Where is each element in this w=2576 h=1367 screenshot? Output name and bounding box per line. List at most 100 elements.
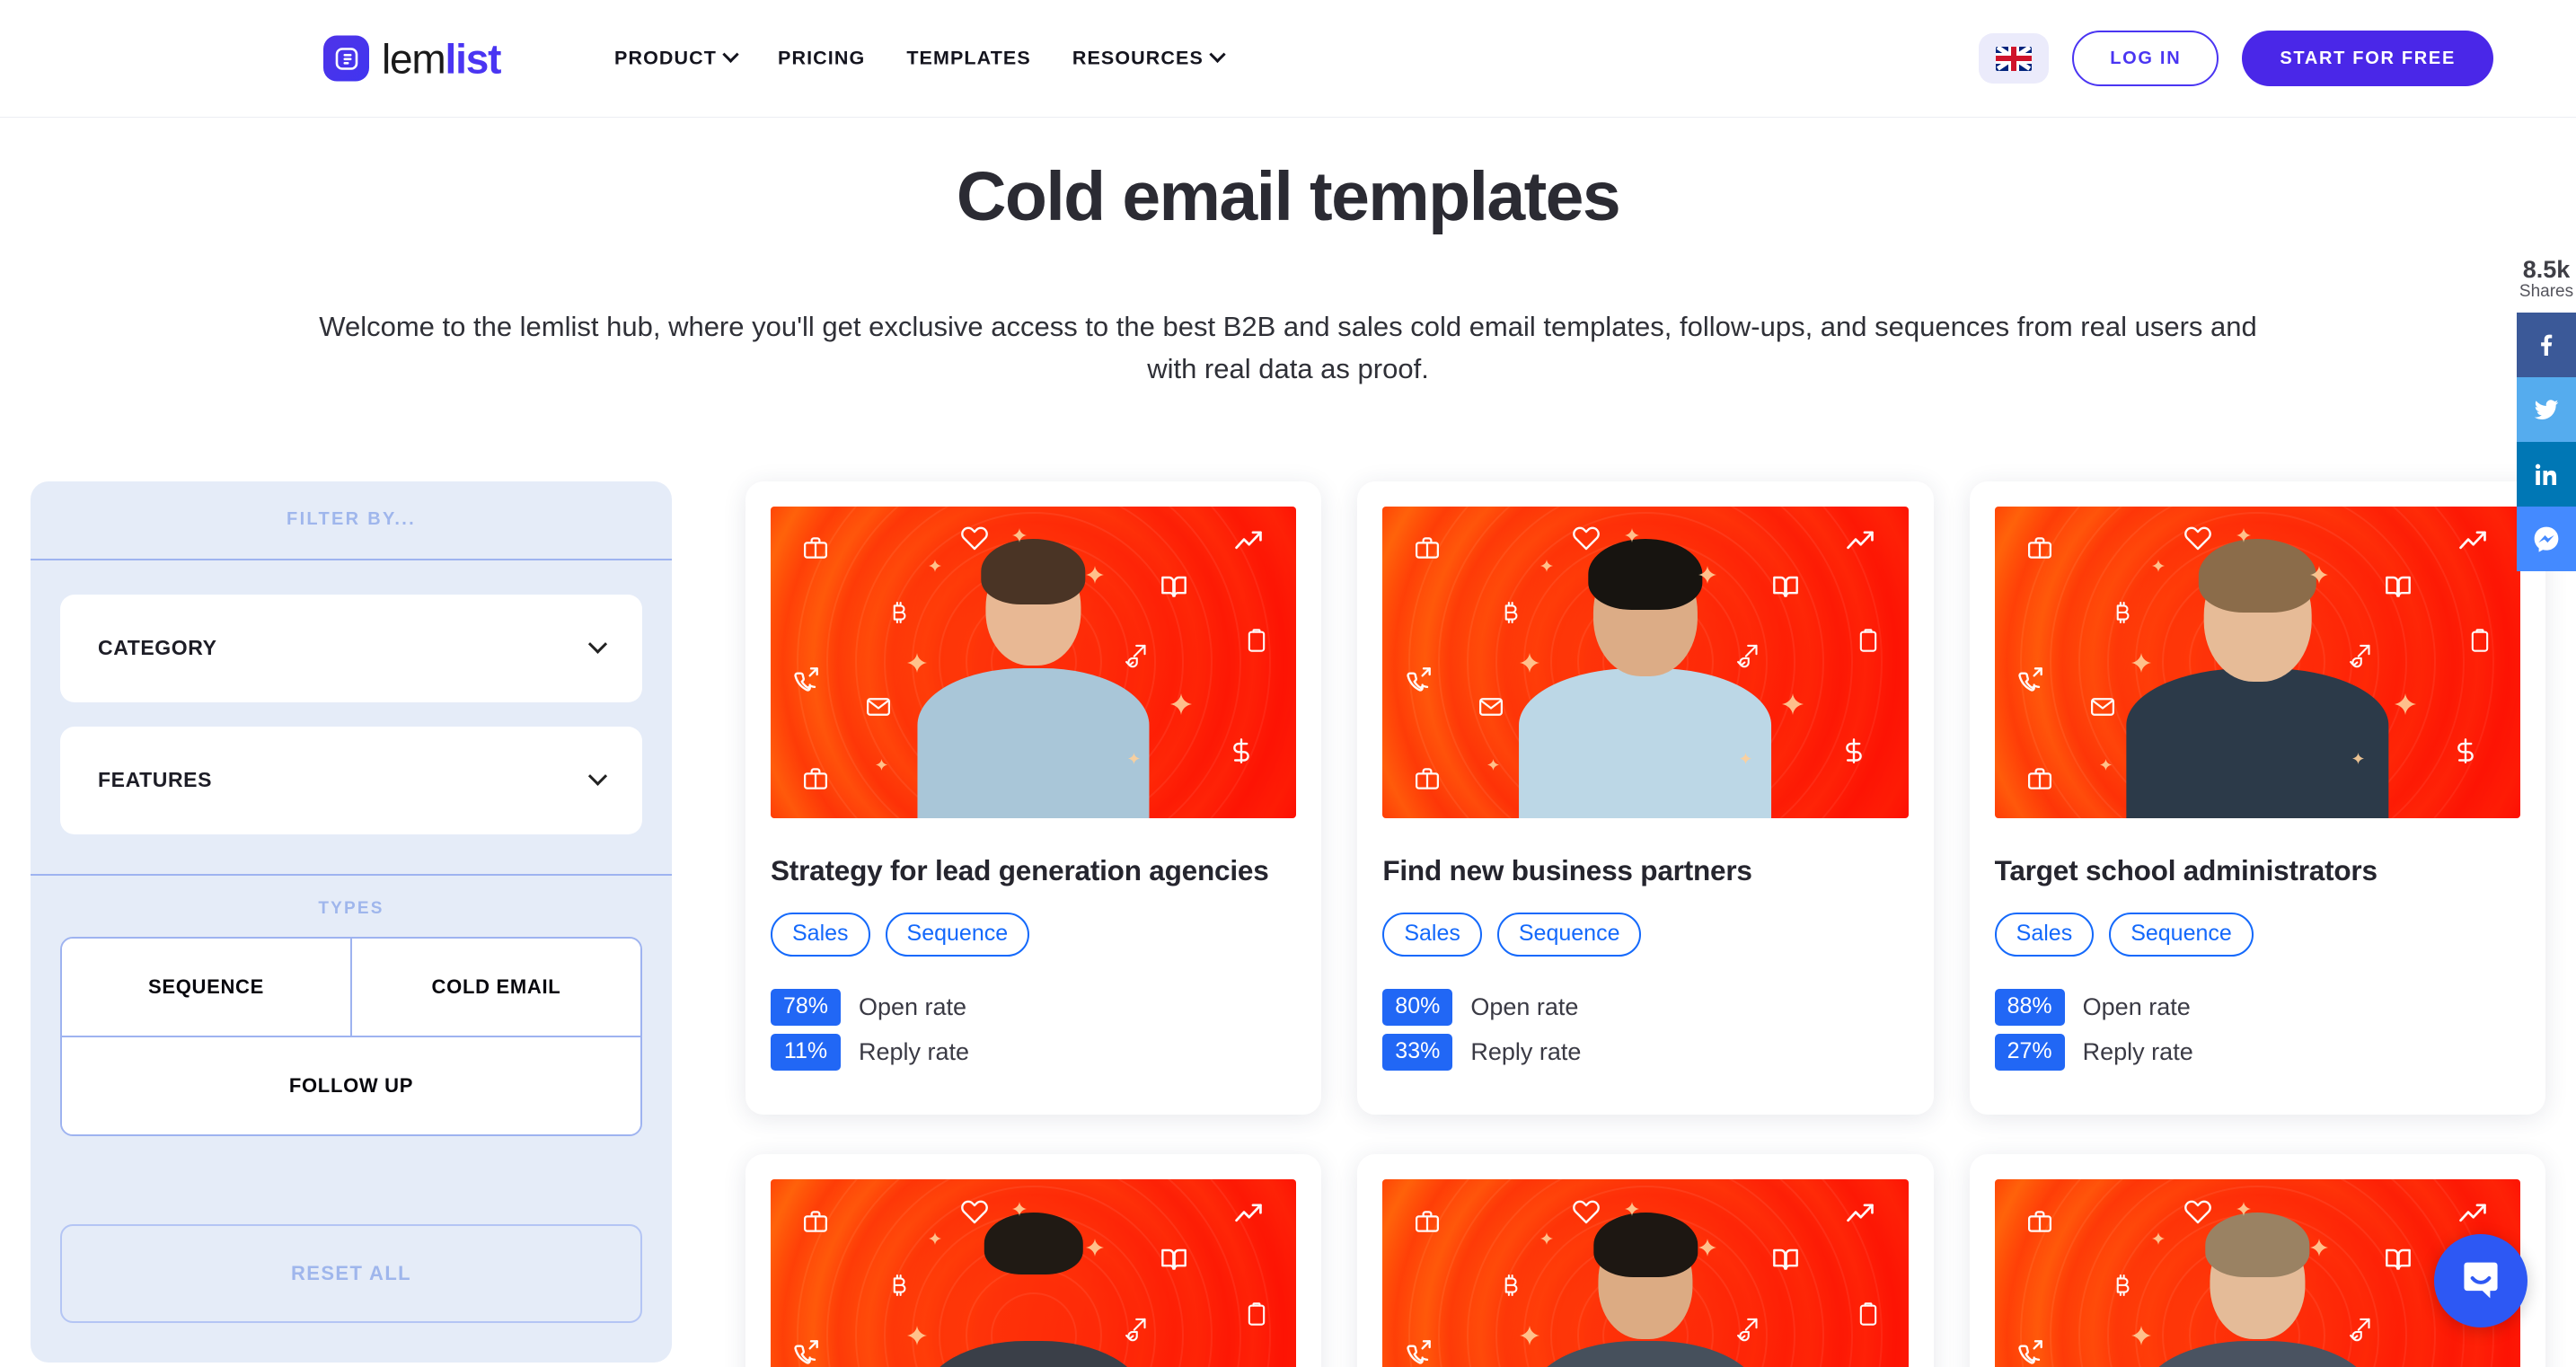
template-card-tags: Sales Sequence	[771, 913, 1296, 957]
template-card-title: Target school administrators	[1994, 853, 2378, 886]
nav-item-resources[interactable]: RESOURCES	[1072, 46, 1226, 70]
template-tag[interactable]: Sequence	[1496, 913, 1642, 957]
template-stat-row: 27% Reply rate	[1994, 1034, 2520, 1072]
briefcase-icon	[802, 534, 829, 561]
share-refresh-icon	[1123, 643, 1148, 668]
lemlist-wordmark: lemlist	[382, 38, 501, 79]
reset-all-button[interactable]: RESET ALL	[60, 1223, 642, 1323]
template-card[interactable]: Target school administrators Sales Sequenc…	[1969, 481, 2545, 1116]
briefcase-icon	[2026, 765, 2053, 792]
template-card[interactable]	[1357, 1154, 1934, 1367]
template-tag[interactable]: Sales	[771, 913, 870, 957]
briefcase-icon	[1414, 1208, 1441, 1235]
template-card-title: Find new business partners	[1382, 853, 1752, 886]
filter-selects: CATEGORY FEATURES	[31, 560, 672, 874]
template-card-title: Strategy for lead generation agencies	[771, 853, 1269, 886]
trending-up-icon	[2457, 525, 2488, 556]
template-stat-value: 11%	[771, 1034, 841, 1072]
bitcoin-icon	[887, 600, 912, 625]
sparkle-icon	[1539, 559, 1553, 572]
clipboard-icon	[1244, 1301, 1269, 1327]
sparkle-icon	[2152, 559, 2166, 572]
chat-widget-button[interactable]	[2434, 1234, 2527, 1327]
trending-up-icon	[1845, 525, 1875, 556]
sparkle-icon	[1086, 1239, 1105, 1257]
sparkle-icon	[2130, 1326, 2151, 1346]
portrait-photo	[2141, 1213, 2374, 1367]
top-navbar: lemlist PRODUCT PRICING TEMPLATES RESOUR…	[0, 0, 2576, 118]
template-stat-label: Reply rate	[2082, 1038, 2193, 1066]
briefcase-icon	[1414, 534, 1441, 561]
dollar-icon	[1228, 737, 1255, 764]
bitcoin-icon	[2110, 1273, 2135, 1298]
template-card[interactable]: Find new business partners Sales Sequence …	[1357, 481, 1934, 1116]
clipboard-icon	[1244, 628, 1269, 653]
mail-icon	[1478, 693, 1504, 720]
heart-icon	[1572, 1195, 1601, 1224]
filter-select-category[interactable]: CATEGORY	[60, 594, 642, 702]
briefcase-icon	[2026, 534, 2053, 561]
book-open-icon	[1771, 572, 1800, 601]
language-switcher[interactable]	[1979, 33, 2050, 84]
sparkle-icon	[876, 758, 888, 771]
nav-item-product[interactable]: PRODUCT	[614, 46, 739, 70]
nav-item-pricing[interactable]: PRICING	[778, 48, 865, 70]
clipboard-icon	[2467, 628, 2492, 653]
template-tag[interactable]: Sales	[1994, 913, 2095, 957]
start-for-free-button[interactable]: START FOR FREE	[2242, 31, 2493, 86]
template-tag[interactable]: Sequence	[2109, 913, 2254, 957]
uk-flag-icon	[1996, 46, 2033, 71]
linkedin-share-button[interactable]	[2517, 442, 2576, 507]
briefcase-icon	[802, 765, 829, 792]
template-stat-label: Open rate	[2082, 993, 2191, 1021]
book-open-icon	[1160, 1245, 1188, 1274]
sparkle-icon	[1539, 1232, 1553, 1246]
sparkle-icon	[1698, 565, 1716, 584]
lemlist-logo[interactable]: lemlist	[323, 35, 501, 82]
heart-icon	[960, 1195, 989, 1224]
filter-type-sequence[interactable]: SEQUENCE	[62, 938, 350, 1036]
twitter-share-button[interactable]	[2517, 377, 2576, 443]
filter-select-features[interactable]: FEATURES	[60, 726, 642, 834]
template-card-tags: Sales Sequence	[1382, 913, 1908, 957]
template-card[interactable]	[745, 1154, 1322, 1367]
sparkle-icon	[1519, 1326, 1539, 1346]
sparkle-icon	[1624, 528, 1639, 543]
chevron-down-icon	[587, 634, 608, 655]
social-share-rail: 8.5k Shares	[2517, 257, 2576, 572]
primary-nav: PRODUCT PRICING TEMPLATES RESOURCES	[614, 46, 1226, 70]
filter-type-cold-email[interactable]: COLD EMAIL	[350, 938, 640, 1036]
heart-icon	[1572, 522, 1601, 551]
template-card-stats: 80% Open rate 33% Reply rate	[1382, 989, 1908, 1072]
template-stat-value: 78%	[771, 989, 841, 1027]
mail-icon	[865, 693, 892, 720]
card-illustration	[771, 506, 1297, 818]
nav-item-resources-label: RESOURCES	[1072, 47, 1204, 69]
share-refresh-icon	[1734, 1317, 1760, 1342]
twitter-icon	[2534, 400, 2559, 420]
book-open-icon	[2384, 1245, 2413, 1274]
template-tag[interactable]: Sequence	[885, 913, 1030, 957]
card-illustration	[1994, 506, 2520, 818]
facebook-share-button[interactable]	[2517, 313, 2576, 378]
template-stat-row: 78% Open rate	[771, 989, 1296, 1027]
template-card[interactable]: Strategy for lead generation agencies Sal…	[745, 481, 1322, 1116]
sparkle-icon	[928, 559, 941, 572]
messenger-share-button[interactable]	[2517, 507, 2576, 572]
template-tag[interactable]: Sales	[1382, 913, 1482, 957]
sparkle-icon	[2309, 565, 2328, 584]
template-stat-row: 11% Reply rate	[771, 1034, 1296, 1072]
nav-item-templates-label: TEMPLATES	[906, 47, 1031, 69]
template-stat-value: 88%	[1994, 989, 2065, 1027]
nav-item-templates[interactable]: TEMPLATES	[906, 48, 1031, 70]
sparkle-icon	[1086, 565, 1105, 584]
book-open-icon	[2384, 572, 2413, 601]
template-stat-row: 33% Reply rate	[1382, 1034, 1908, 1072]
share-refresh-icon	[2347, 1317, 2372, 1342]
log-in-button[interactable]: LOG IN	[2072, 31, 2219, 86]
template-stat-label: Open rate	[859, 993, 967, 1021]
chevron-down-icon	[1209, 46, 1226, 63]
briefcase-icon	[2026, 1208, 2053, 1235]
template-stat-value: 27%	[1994, 1034, 2065, 1072]
filter-type-follow-up[interactable]: FOLLOW UP	[62, 1036, 640, 1134]
